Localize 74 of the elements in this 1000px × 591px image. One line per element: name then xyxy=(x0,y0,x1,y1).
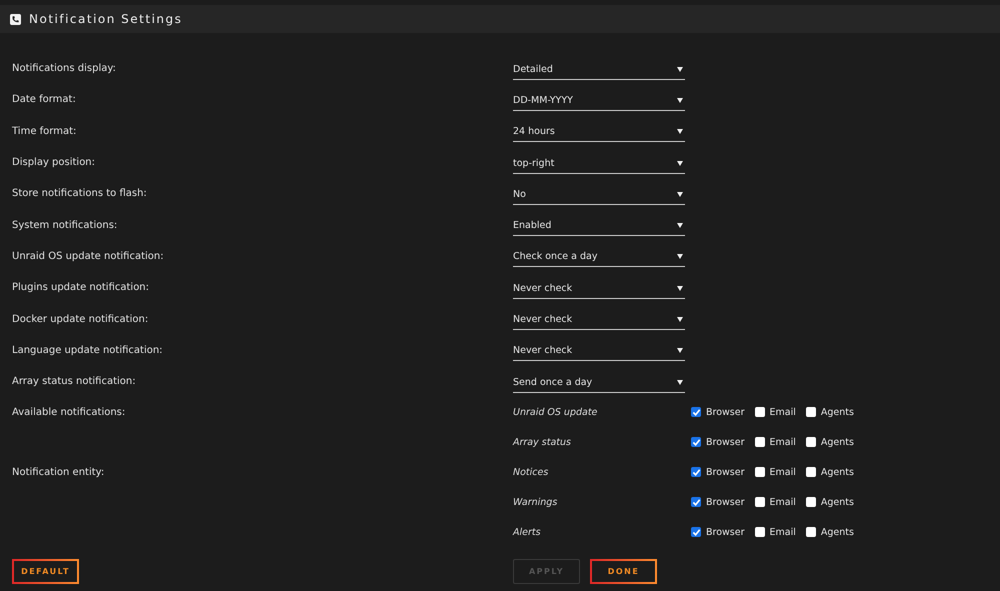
checkbox-label: Agents xyxy=(820,406,854,418)
dropdown[interactable]: Never check xyxy=(513,276,685,299)
notification-name: Alerts xyxy=(513,526,542,538)
checkbox-label: Email xyxy=(770,526,796,538)
action-button[interactable]: DONE xyxy=(590,559,657,584)
checkbox-label: Email xyxy=(770,466,796,478)
setting-label: Unraid OS update notification: xyxy=(11,250,165,262)
checkbox-label: Email xyxy=(770,406,796,418)
setting-label: Available notifications: xyxy=(11,406,126,418)
default-button[interactable]: DEFAULT xyxy=(12,559,79,584)
setting-label: Array status notification: xyxy=(11,376,137,388)
caret-icon xyxy=(677,98,683,103)
dropdown[interactable]: DD-MM-YYYY xyxy=(513,88,685,111)
dropdown[interactable]: Enabled xyxy=(513,214,685,236)
checkbox[interactable] xyxy=(806,467,816,478)
phone-icon xyxy=(10,14,21,24)
panel-title: Notification Settings xyxy=(29,12,182,26)
setting-label: System notifications: xyxy=(11,220,118,231)
checkbox-label: Browser xyxy=(706,436,744,448)
dropdown[interactable]: No xyxy=(513,182,685,205)
checkbox[interactable] xyxy=(691,467,701,478)
checkbox-label: Browser xyxy=(706,526,744,538)
setting-label: Date format: xyxy=(11,94,77,106)
caret-icon xyxy=(677,223,683,228)
setting-label: Time format: xyxy=(11,126,78,137)
checkbox[interactable] xyxy=(691,497,701,508)
checkbox-label: Email xyxy=(770,496,796,508)
caret-icon xyxy=(677,286,683,291)
notification-name: Warnings xyxy=(513,496,558,508)
checkbox-label: Browser xyxy=(706,406,744,418)
caret-icon xyxy=(677,254,683,260)
checkbox[interactable] xyxy=(806,437,816,448)
checkbox-label: Agents xyxy=(820,496,854,508)
checkbox[interactable] xyxy=(691,527,701,538)
notification-name: Unraid OS update xyxy=(513,406,598,418)
setting-label: Language update notification: xyxy=(11,344,164,356)
checkbox[interactable] xyxy=(754,437,764,448)
checkbox-label: Email xyxy=(770,436,796,448)
dropdown[interactable]: Check once a day xyxy=(513,245,685,268)
checkbox[interactable] xyxy=(754,467,764,478)
checkbox[interactable] xyxy=(754,497,764,508)
checkbox-label: Agents xyxy=(820,436,854,448)
notification-name: Array status xyxy=(513,436,572,448)
dropdown[interactable]: Send once a day xyxy=(513,370,685,393)
caret-icon xyxy=(677,192,683,197)
setting-label: Store notifications to flash: xyxy=(11,188,148,200)
caret-icon xyxy=(677,348,683,354)
checkbox-label: Agents xyxy=(820,466,854,478)
checkbox[interactable] xyxy=(691,407,701,418)
checkbox-label: Browser xyxy=(706,496,744,508)
checkbox[interactable] xyxy=(691,437,701,448)
setting-label: Notification entity: xyxy=(11,466,106,478)
setting-label: Plugins update notification: xyxy=(11,282,150,294)
caret-icon xyxy=(677,66,683,72)
checkbox-label: Agents xyxy=(820,526,854,538)
caret-icon xyxy=(677,380,683,385)
dropdown[interactable]: Never check xyxy=(513,308,685,330)
caret-icon xyxy=(677,317,683,322)
dropdown[interactable]: 24 hours xyxy=(513,120,685,142)
dropdown[interactable]: top-right xyxy=(513,152,685,174)
dropdown[interactable]: Never check xyxy=(513,339,685,362)
setting-label: Docker update notification: xyxy=(11,314,150,325)
checkbox[interactable] xyxy=(806,497,816,508)
notification-name: Notices xyxy=(513,466,550,478)
caret-icon xyxy=(677,160,683,166)
checkbox[interactable] xyxy=(806,527,816,538)
dropdown[interactable]: Detailed xyxy=(513,58,685,80)
setting-label: Display position: xyxy=(11,157,96,168)
checkbox[interactable] xyxy=(806,407,816,418)
checkbox-label: Browser xyxy=(706,466,744,478)
caret-icon xyxy=(677,129,683,134)
setting-label: Notifications display: xyxy=(11,63,117,74)
checkbox[interactable] xyxy=(754,527,764,538)
checkbox[interactable] xyxy=(754,407,764,418)
